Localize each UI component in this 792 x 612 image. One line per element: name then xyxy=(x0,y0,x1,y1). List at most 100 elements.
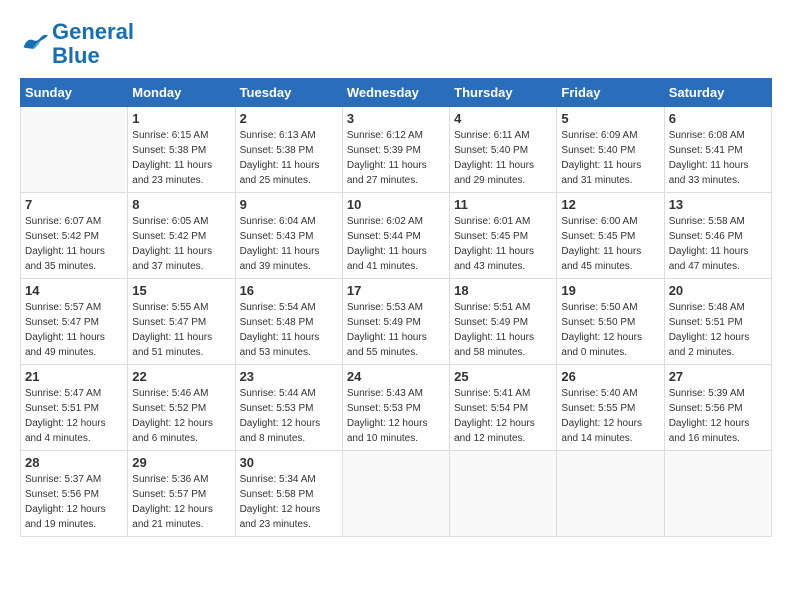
day-number: 18 xyxy=(454,283,552,298)
calendar-week-4: 21 Sunrise: 5:47 AMSunset: 5:51 PMDayligh… xyxy=(21,365,772,451)
calendar-cell: 2Sunrise: 6:13 AMSunset: 5:38 PMDaylight… xyxy=(235,107,342,193)
calendar-cell: 16Sunrise: 5:54 AMSunset: 5:48 PMDayligh… xyxy=(235,279,342,365)
day-info: Sunrise: 5:47 AMSunset: 5:51 PMDaylight:… xyxy=(25,386,123,446)
day-number: 21 xyxy=(25,369,123,384)
calendar-cell: 6Sunrise: 6:08 AMSunset: 5:41 PMDaylight… xyxy=(664,107,771,193)
calendar-cell: 15 Sunrise: 5:55 AMSunset: 5:47 PMDayligh… xyxy=(128,279,235,365)
calendar-cell: 19 Sunrise: 5:50 AMSunset: 5:50 PMDayligh… xyxy=(557,279,664,365)
calendar-week-1: 1 Sunrise: 6:15 AMSunset: 5:38 PMDaylight… xyxy=(21,107,772,193)
calendar-week-3: 14 Sunrise: 5:57 AMSunset: 5:47 PMDayligh… xyxy=(21,279,772,365)
day-info: Sunrise: 6:11 AMSunset: 5:40 PMDaylight:… xyxy=(454,128,552,188)
day-number: 17 xyxy=(347,283,445,298)
calendar-cell xyxy=(21,107,128,193)
day-number: 13 xyxy=(669,197,767,212)
calendar-cell: 12Sunrise: 6:00 AMSunset: 5:45 PMDayligh… xyxy=(557,193,664,279)
day-number: 24 xyxy=(347,369,445,384)
day-info: Sunrise: 5:37 AMSunset: 5:56 PMDaylight:… xyxy=(25,472,123,532)
calendar-cell: 8 Sunrise: 6:05 AMSunset: 5:42 PMDaylight… xyxy=(128,193,235,279)
calendar-cell: 3 Sunrise: 6:12 AMSunset: 5:39 PMDaylight… xyxy=(342,107,449,193)
day-info: Sunrise: 6:04 AMSunset: 5:43 PMDaylight:… xyxy=(240,214,338,274)
calendar-cell xyxy=(450,451,557,537)
calendar-cell: 7Sunrise: 6:07 AMSunset: 5:42 PMDaylight… xyxy=(21,193,128,279)
day-number: 19 xyxy=(561,283,659,298)
col-sunday: Sunday xyxy=(21,79,128,107)
calendar-cell xyxy=(342,451,449,537)
col-monday: Monday xyxy=(128,79,235,107)
day-number: 10 xyxy=(347,197,445,212)
day-number: 7 xyxy=(25,197,123,212)
day-info: Sunrise: 5:39 AMSunset: 5:56 PMDaylight:… xyxy=(669,386,767,446)
day-number: 22 xyxy=(132,369,230,384)
day-number: 15 xyxy=(132,283,230,298)
day-info: Sunrise: 6:08 AMSunset: 5:41 PMDaylight:… xyxy=(669,128,767,188)
calendar-cell: 24 Sunrise: 5:43 AMSunset: 5:53 PMDayligh… xyxy=(342,365,449,451)
logo-icon xyxy=(20,33,48,55)
day-number: 12 xyxy=(561,197,659,212)
day-number: 9 xyxy=(240,197,338,212)
day-info: Sunrise: 5:50 AMSunset: 5:50 PMDaylight:… xyxy=(561,300,659,360)
day-number: 3 xyxy=(347,111,445,126)
calendar-header: Sunday Monday Tuesday Wednesday Thursday… xyxy=(21,79,772,107)
calendar-cell: 17 Sunrise: 5:53 AMSunset: 5:49 PMDayligh… xyxy=(342,279,449,365)
logo: General Blue xyxy=(20,20,134,68)
day-number: 27 xyxy=(669,369,767,384)
day-info: Sunrise: 5:48 AMSunset: 5:51 PMDaylight:… xyxy=(669,300,767,360)
calendar-cell: 25 Sunrise: 5:41 AMSunset: 5:54 PMDayligh… xyxy=(450,365,557,451)
day-info: Sunrise: 6:05 AMSunset: 5:42 PMDaylight:… xyxy=(132,214,230,274)
day-info: Sunrise: 5:57 AMSunset: 5:47 PMDaylight:… xyxy=(25,300,123,360)
col-thursday: Thursday xyxy=(450,79,557,107)
calendar-cell: 4 Sunrise: 6:11 AMSunset: 5:40 PMDaylight… xyxy=(450,107,557,193)
calendar-cell xyxy=(664,451,771,537)
day-info: Sunrise: 5:53 AMSunset: 5:49 PMDaylight:… xyxy=(347,300,445,360)
calendar-table: Sunday Monday Tuesday Wednesday Thursday… xyxy=(20,78,772,537)
logo-text: General Blue xyxy=(52,19,134,68)
day-info: Sunrise: 5:58 AMSunset: 5:46 PMDaylight:… xyxy=(669,214,767,274)
day-number: 1 xyxy=(132,111,230,126)
calendar-cell: 27 Sunrise: 5:39 AMSunset: 5:56 PMDayligh… xyxy=(664,365,771,451)
day-info: Sunrise: 5:51 AMSunset: 5:49 PMDaylight:… xyxy=(454,300,552,360)
day-info: Sunrise: 6:01 AMSunset: 5:45 PMDaylight:… xyxy=(454,214,552,274)
day-info: Sunrise: 5:43 AMSunset: 5:53 PMDaylight:… xyxy=(347,386,445,446)
calendar-week-5: 28 Sunrise: 5:37 AMSunset: 5:56 PMDayligh… xyxy=(21,451,772,537)
calendar-cell: 28 Sunrise: 5:37 AMSunset: 5:56 PMDayligh… xyxy=(21,451,128,537)
day-info: Sunrise: 6:15 AMSunset: 5:38 PMDaylight:… xyxy=(132,128,230,188)
calendar-cell xyxy=(557,451,664,537)
calendar-week-2: 7Sunrise: 6:07 AMSunset: 5:42 PMDaylight… xyxy=(21,193,772,279)
day-number: 30 xyxy=(240,455,338,470)
day-info: Sunrise: 5:41 AMSunset: 5:54 PMDaylight:… xyxy=(454,386,552,446)
calendar-cell: 18 Sunrise: 5:51 AMSunset: 5:49 PMDayligh… xyxy=(450,279,557,365)
calendar-cell: 26Sunrise: 5:40 AMSunset: 5:55 PMDayligh… xyxy=(557,365,664,451)
day-number: 11 xyxy=(454,197,552,212)
day-info: Sunrise: 5:44 AMSunset: 5:53 PMDaylight:… xyxy=(240,386,338,446)
calendar-cell: 30 Sunrise: 5:34 AMSunset: 5:58 PMDayligh… xyxy=(235,451,342,537)
calendar-cell: 29Sunrise: 5:36 AMSunset: 5:57 PMDayligh… xyxy=(128,451,235,537)
page-container: General Blue Sunday Monday Tuesday Wedne… xyxy=(20,20,772,537)
day-info: Sunrise: 6:02 AMSunset: 5:44 PMDaylight:… xyxy=(347,214,445,274)
calendar-cell: 20 Sunrise: 5:48 AMSunset: 5:51 PMDayligh… xyxy=(664,279,771,365)
day-info: Sunrise: 6:09 AMSunset: 5:40 PMDaylight:… xyxy=(561,128,659,188)
day-info: Sunrise: 5:40 AMSunset: 5:55 PMDaylight:… xyxy=(561,386,659,446)
calendar-cell: 14 Sunrise: 5:57 AMSunset: 5:47 PMDayligh… xyxy=(21,279,128,365)
day-number: 5 xyxy=(561,111,659,126)
col-saturday: Saturday xyxy=(664,79,771,107)
header: General Blue xyxy=(20,20,772,68)
day-number: 14 xyxy=(25,283,123,298)
calendar-cell: 13 Sunrise: 5:58 AMSunset: 5:46 PMDayligh… xyxy=(664,193,771,279)
day-info: Sunrise: 5:34 AMSunset: 5:58 PMDaylight:… xyxy=(240,472,338,532)
day-number: 23 xyxy=(240,369,338,384)
calendar-cell: 5 Sunrise: 6:09 AMSunset: 5:40 PMDaylight… xyxy=(557,107,664,193)
calendar-cell: 21 Sunrise: 5:47 AMSunset: 5:51 PMDayligh… xyxy=(21,365,128,451)
day-number: 20 xyxy=(669,283,767,298)
day-number: 25 xyxy=(454,369,552,384)
day-number: 28 xyxy=(25,455,123,470)
day-info: Sunrise: 6:12 AMSunset: 5:39 PMDaylight:… xyxy=(347,128,445,188)
day-info: Sunrise: 5:54 AMSunset: 5:48 PMDaylight:… xyxy=(240,300,338,360)
calendar-cell: 11 Sunrise: 6:01 AMSunset: 5:45 PMDayligh… xyxy=(450,193,557,279)
header-row: Sunday Monday Tuesday Wednesday Thursday… xyxy=(21,79,772,107)
day-number: 4 xyxy=(454,111,552,126)
day-info: Sunrise: 5:55 AMSunset: 5:47 PMDaylight:… xyxy=(132,300,230,360)
day-number: 8 xyxy=(132,197,230,212)
day-number: 29 xyxy=(132,455,230,470)
col-wednesday: Wednesday xyxy=(342,79,449,107)
day-info: Sunrise: 5:46 AMSunset: 5:52 PMDaylight:… xyxy=(132,386,230,446)
